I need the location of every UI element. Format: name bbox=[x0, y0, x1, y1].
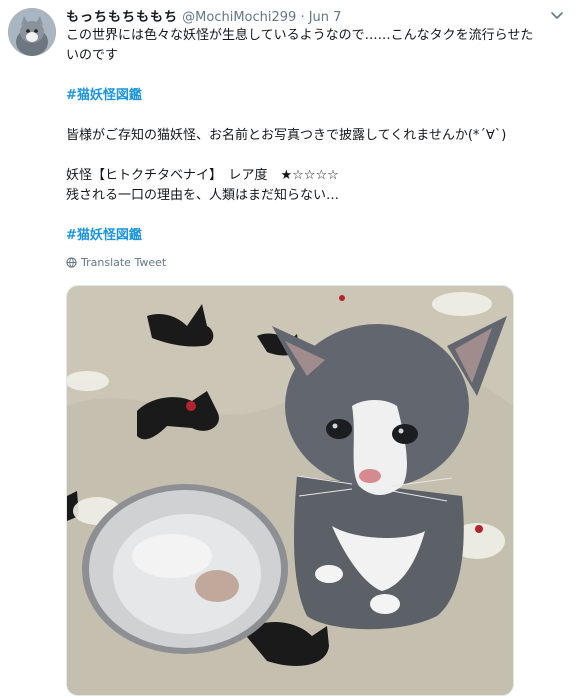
globe-icon bbox=[66, 257, 77, 268]
tweet-line-2: いのです bbox=[66, 48, 119, 63]
translate-tweet[interactable]: Translate Tweet bbox=[66, 256, 166, 269]
translate-label: Translate Tweet bbox=[81, 256, 167, 269]
kitten-photo bbox=[67, 286, 513, 695]
tweet-text: この世界には色々な妖怪が生息しているようなので……こんなタクを流行らせた いので… bbox=[66, 26, 564, 246]
tweet-line-1: この世界には色々な妖怪が生息しているようなので……こんなタクを流行らせた bbox=[66, 28, 534, 43]
tweet-line-mystery: 残される一口の理由を、人類はまだ知らない… bbox=[66, 188, 340, 203]
tweet-line-invite: 皆様がご存知の猫妖怪、お名前とお写真つきで披露してくれませんか(*´∀`) bbox=[66, 128, 507, 143]
header-separator: · bbox=[296, 10, 309, 25]
hashtag-link[interactable]: #猫妖怪図鑑 bbox=[66, 86, 564, 106]
tweet-date[interactable]: Jun 7 bbox=[309, 10, 342, 25]
hashtag-link-2[interactable]: #猫妖怪図鑑 bbox=[66, 226, 564, 246]
avatar[interactable] bbox=[8, 8, 56, 56]
avatar-image bbox=[8, 8, 56, 56]
chevron-down-icon[interactable] bbox=[548, 6, 566, 24]
tweet-photo[interactable] bbox=[66, 285, 514, 696]
display-name[interactable]: もっちもちももち bbox=[66, 10, 178, 25]
user-handle[interactable]: @MochiMochi299 bbox=[182, 10, 296, 25]
tweet-line-yokai: 妖怪【ヒトクチタベナイ】 レア度 ★☆☆☆☆ bbox=[66, 168, 339, 183]
tweet-header: もっちもちももち @MochiMochi299 · Jun 7 bbox=[66, 6, 341, 25]
